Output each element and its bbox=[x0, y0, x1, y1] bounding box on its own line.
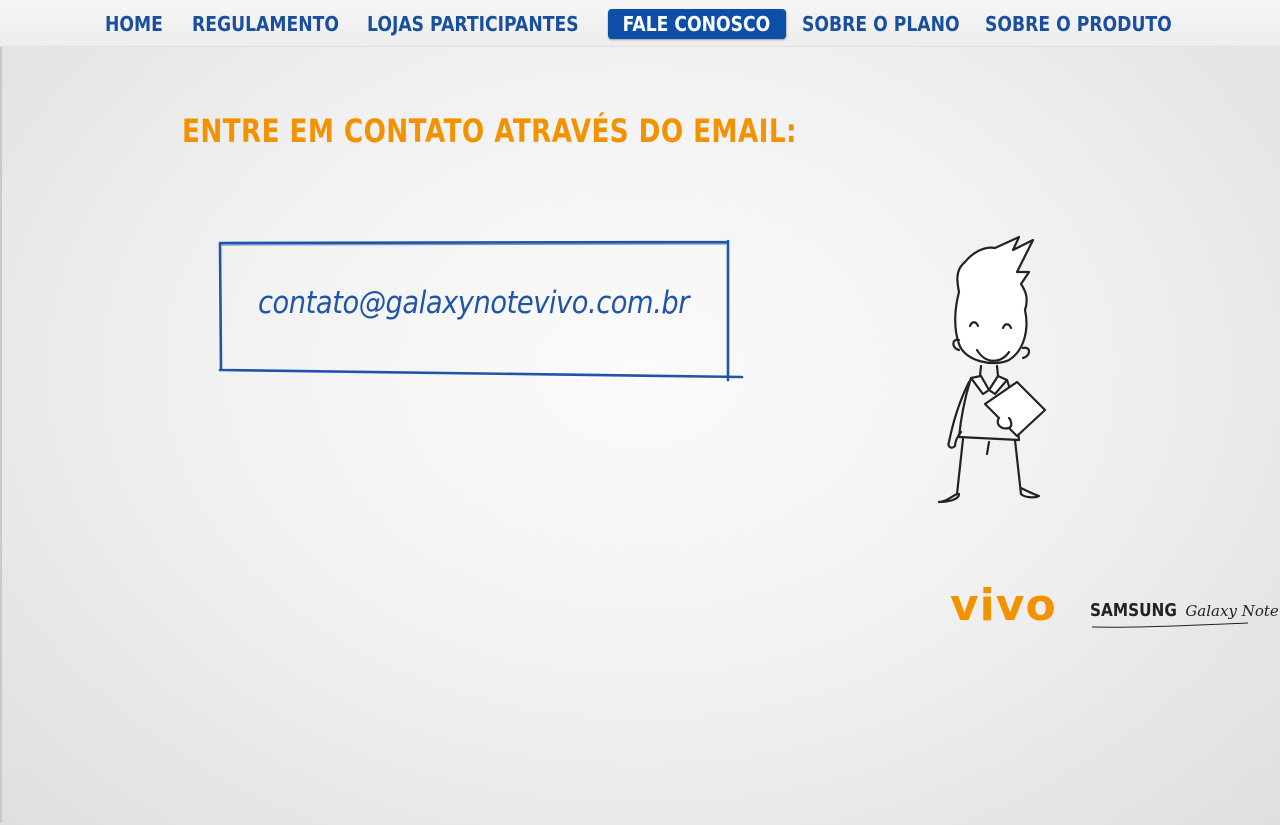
nav-regulamento[interactable]: REGULAMENTO bbox=[192, 9, 339, 39]
nav-sobre-o-plano[interactable]: SOBRE O PLANO bbox=[802, 9, 960, 39]
logo-underline bbox=[1091, 622, 1249, 628]
samsung-galaxy-note-logo: SAMSUNG Galaxy Note bbox=[1090, 600, 1279, 628]
cartoon-character-icon bbox=[937, 235, 1047, 504]
nav-lojas-participantes[interactable]: LOJAS PARTICIPANTES bbox=[367, 9, 579, 39]
nav-home[interactable]: HOME bbox=[105, 9, 163, 39]
top-nav: HOME REGULAMENTO LOJAS PARTICIPANTES FAL… bbox=[0, 0, 1280, 47]
email-link[interactable]: contato@galaxynotevivo.com.br bbox=[258, 285, 690, 321]
samsung-wordmark: SAMSUNG bbox=[1090, 600, 1177, 621]
contact-heading: ENTRE EM CONTATO ATRAVÉS DO EMAIL: bbox=[182, 112, 797, 150]
galaxy-note-wordmark: Galaxy Note bbox=[1185, 602, 1279, 620]
vivo-logo: vivo bbox=[950, 580, 1057, 631]
nav-fale-conosco[interactable]: FALE CONOSCO bbox=[608, 9, 786, 39]
nav-sobre-o-produto[interactable]: SOBRE O PRODUTO bbox=[985, 9, 1172, 39]
